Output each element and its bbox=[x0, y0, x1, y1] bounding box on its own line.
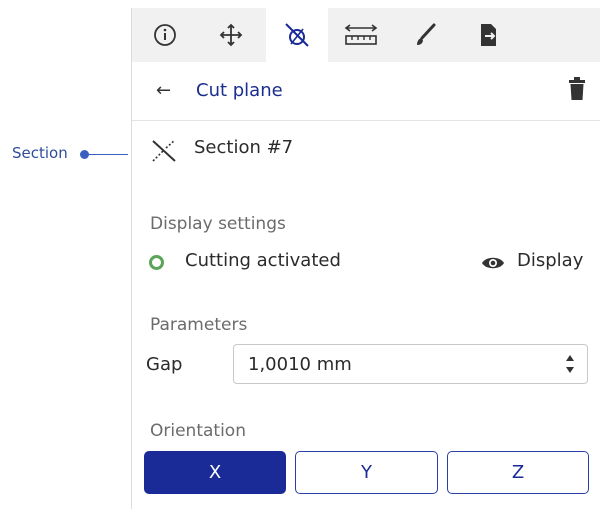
trash-icon[interactable] bbox=[568, 77, 586, 105]
gap-label: Gap bbox=[146, 354, 183, 375]
move-icon bbox=[218, 22, 244, 48]
section-icon bbox=[150, 138, 178, 168]
cutting-activated-label: Cutting activated bbox=[185, 250, 341, 271]
gap-value: 1,0010 mm bbox=[248, 354, 352, 375]
cut-plane-panel: ← Cut plane Section #7 Display settings … bbox=[131, 8, 600, 509]
orientation-x-button[interactable]: X bbox=[144, 451, 286, 494]
export-tool[interactable] bbox=[464, 8, 514, 62]
cut-plane-icon bbox=[282, 20, 312, 50]
toolbar bbox=[132, 8, 600, 62]
parameters-label: Parameters bbox=[150, 315, 248, 335]
move-tool[interactable] bbox=[206, 8, 256, 62]
paint-tool[interactable] bbox=[400, 8, 450, 62]
back-arrow-icon[interactable]: ← bbox=[156, 80, 171, 101]
orientation-label: Orientation bbox=[150, 421, 246, 441]
export-icon bbox=[477, 22, 501, 48]
section-name: Section #7 bbox=[194, 137, 294, 158]
section-row[interactable]: Section #7 bbox=[132, 130, 600, 174]
callout-dot bbox=[80, 150, 89, 159]
spinner-icon[interactable] bbox=[565, 353, 575, 375]
info-icon bbox=[153, 23, 177, 47]
info-tool[interactable] bbox=[140, 8, 190, 62]
orientation-y-button[interactable]: Y bbox=[295, 451, 438, 494]
measure-icon bbox=[343, 22, 379, 48]
panel-title: Cut plane bbox=[196, 80, 283, 101]
display-toggle-label[interactable]: Display bbox=[517, 250, 583, 271]
orientation-z-button[interactable]: Z bbox=[447, 451, 589, 494]
cut-plane-tool[interactable] bbox=[266, 8, 328, 62]
measure-tool[interactable] bbox=[336, 8, 386, 62]
paint-brush-icon bbox=[412, 22, 438, 48]
gap-input[interactable]: 1,0010 mm bbox=[233, 344, 588, 384]
display-settings-label: Display settings bbox=[150, 214, 286, 234]
cutting-status-indicator[interactable] bbox=[149, 255, 164, 270]
eye-icon[interactable] bbox=[481, 255, 505, 275]
panel-header: ← Cut plane bbox=[132, 62, 600, 121]
section-callout-label: Section bbox=[12, 144, 68, 162]
